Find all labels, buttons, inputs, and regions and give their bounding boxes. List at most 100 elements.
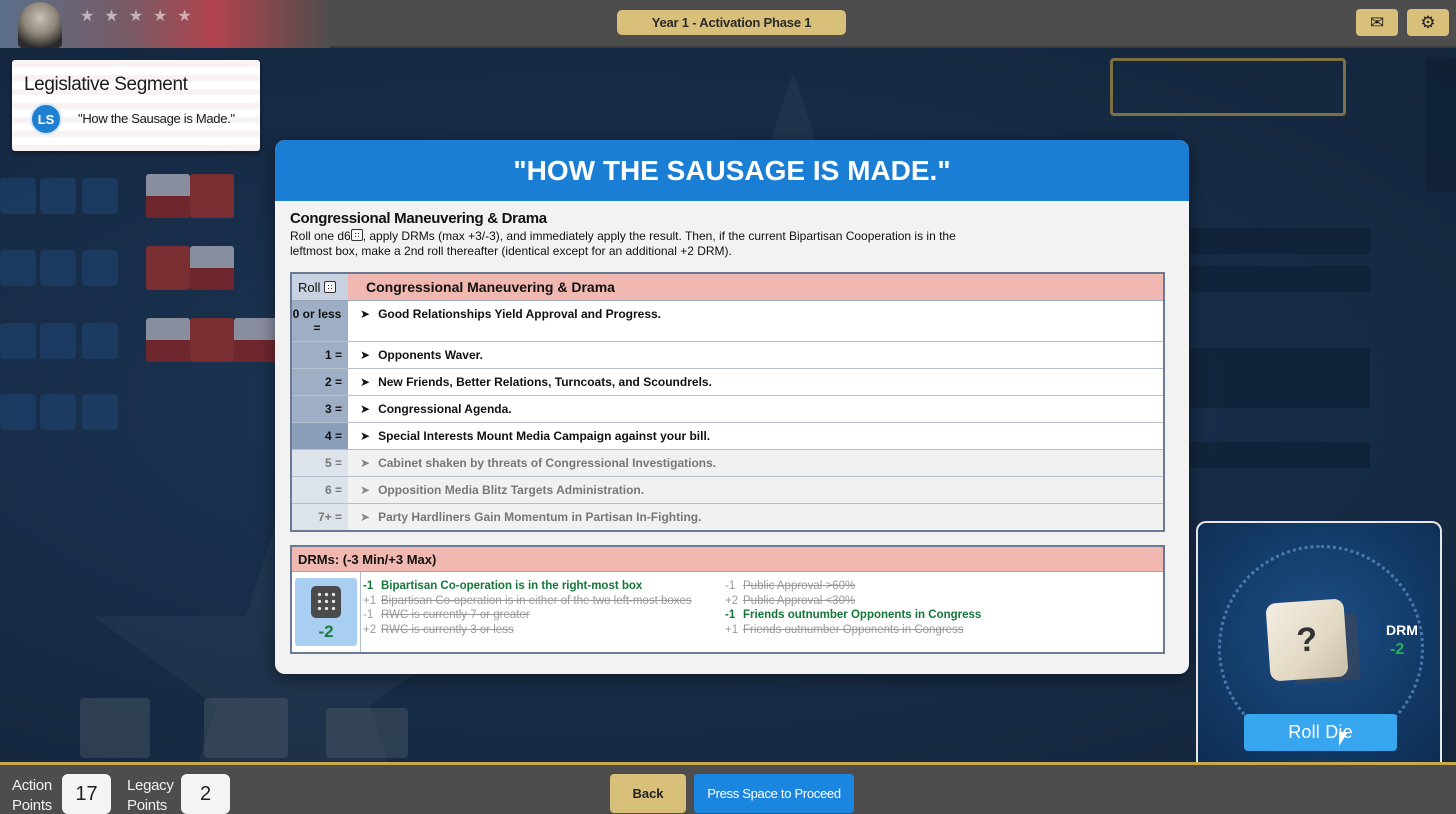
modal-title: "HOW THE SAUSAGE IS MADE." [275,140,1189,201]
result-label: Congressional Agenda. [378,402,512,416]
roll-value: 2 = [292,369,348,395]
drm-mod-text: Public Approval <30% [743,594,856,607]
chevron-right-icon: ➤ [360,510,371,524]
roll-value: 7+ = [292,504,348,530]
rule-text: Roll one d6, apply DRMs (max +3/-3), and… [290,229,990,259]
table-title: Congressional Maneuvering & Drama [348,274,1163,300]
result-text: ➤ Party Hardliners Gain Momentum in Parti… [348,504,1163,530]
action-points-value: 17 [62,774,111,814]
table-row: 4 = ➤ Special Interests Mount Media Campa… [292,423,1163,450]
drm-modifier: -1 RWC is currently 7 or greater [363,608,692,623]
drm-modifier: -1 Public Approval >60% [725,579,981,594]
settings-button[interactable]: ⚙ [1407,9,1449,36]
table-row: 2 = ➤ New Friends, Better Relations, Turn… [292,369,1163,396]
drm-table: DRMs: (-3 Min/+3 Max) -2 -1 Bipartisan Co… [290,545,1165,654]
drm-mod-value: -1 [725,580,736,592]
result-label: Opponents Waver. [378,348,483,362]
drm-list-right: -1 Public Approval >60% +2 Public Approval… [725,579,981,637]
result-text: ➤ Good Relationships Yield Approval and P… [348,301,1163,341]
drm-mod-value: -1 [363,580,374,592]
drm-modifier: +1 Friends outnumber Opponents in Congres… [725,623,981,638]
drm-total: -2 [318,622,334,641]
table-row: 7+ = ➤ Party Hardliners Gain Momentum in … [292,504,1163,530]
roll-value: 1 = [292,342,348,368]
mail-button[interactable]: ✉ [1356,9,1398,36]
drm-mod-text: Bipartisan Co-operation is in the right-… [381,580,643,592]
action-points-label: Action Points [12,776,52,814]
gear-icon: ⚙ [1420,12,1436,33]
drm-modifier: -1 Bipartisan Co-operation is in the righ… [363,579,692,594]
d6-icon [350,229,363,241]
result-text: ➤ Opposition Media Blitz Targets Administ… [348,477,1163,503]
table-row: 0 or less = ➤ Good Relationships Yield Ap… [292,301,1163,342]
result-text: ➤ Cabinet shaken by threats of Congressio… [348,450,1163,476]
roll-header-label: Roll [298,279,321,295]
roll-column-header: Roll [292,274,348,300]
drm-header: DRMs: (-3 Min/+3 Max) [292,547,1163,572]
envelope-icon: ✉ [1369,12,1385,33]
roll-die-button[interactable]: Roll Die [1244,714,1397,751]
segment-card: Legislative Segment LS "How the Sausage … [12,60,260,151]
drm-mod-value: +1 [363,594,377,607]
table-row: 3 = ➤ Congressional Agenda. [292,396,1163,423]
segment-title: Legislative Segment [24,74,188,95]
drm-mod-value: -1 [363,609,374,621]
chevron-right-icon: ➤ [360,429,371,443]
segment-subtitle: "How the Sausage is Made." [78,111,235,126]
result-label: New Friends, Better Relations, Turncoats… [378,375,712,389]
flag-stars-decoration: ★★★★★ [80,6,202,25]
drm-total-box: -2 [295,578,357,646]
die-icon [311,586,341,618]
chevron-right-icon: ➤ [360,402,371,416]
roll-value: 0 or less = [292,301,348,341]
drm-mod-text: Friends outnumber Opponents in Congress [743,609,982,621]
drm-list-left: -1 Bipartisan Co-operation is in the righ… [363,579,692,637]
drm-value: -2 [1390,641,1405,658]
result-label: Opposition Media Blitz Targets Administr… [378,483,645,497]
drm-mod-text: Bipartisan Co-operation is in either of … [381,594,692,607]
roll-result-table: Roll Congressional Maneuvering & Drama 0… [290,272,1165,532]
die-cube: ? [1265,598,1349,682]
drm-mod-text: Friends outnumber Opponents in Congress [743,623,964,636]
legacy-label-line: Points [127,797,167,814]
segment-badge: LS [30,103,62,135]
roll-value: 6 = [292,477,348,503]
table-row: 1 = ➤ Opponents Waver. [292,342,1163,369]
chevron-right-icon: ➤ [360,375,371,389]
result-label: Party Hardliners Gain Momentum in Partis… [378,510,702,524]
roll-value: 3 = [292,396,348,422]
drm-modifier: +2 RWC is currently 3 or less [363,623,692,638]
result-text: ➤ Congressional Agenda. [348,396,1163,422]
legacy-label-line: Legacy [127,777,174,794]
drm-modifier: +1 Bipartisan Co-operation is in either o… [363,594,692,609]
rule-text-part-2: , apply DRMs (max +3/-3), and immediatel… [290,229,956,258]
rule-title: Congressional Maneuvering & Drama [290,210,547,227]
bottom-bar: Action Points 17 Legacy Points 2 Back Pr… [0,762,1456,814]
action-label-line: Action [12,777,52,794]
drm-mod-text: RWC is currently 3 or less [381,623,514,636]
roll-value: 5 = [292,450,348,476]
drm-modifier: -1 Friends outnumber Opponents in Congres… [725,608,981,623]
portrait-face [18,2,62,48]
drm-mod-text: Public Approval >60% [743,580,856,592]
result-text: ➤ Special Interests Mount Media Campaign … [348,423,1163,449]
drm-mod-value: +2 [725,594,739,607]
result-text: ➤ Opponents Waver. [348,342,1163,368]
chevron-right-icon: ➤ [360,348,371,362]
divider [360,572,361,652]
back-button[interactable]: Back [610,774,686,813]
chevron-right-icon: ➤ [360,456,371,470]
legacy-points-label: Legacy Points [127,776,174,814]
chevron-right-icon: ➤ [360,307,371,321]
drm-mod-text: RWC is currently 7 or greater [381,609,530,621]
legacy-points-value: 2 [181,774,230,814]
president-portrait: ★★★★★ [0,0,330,48]
result-label: Cabinet shaken by threats of Congression… [378,456,717,470]
drm-label: DRM [1386,622,1418,638]
proceed-button[interactable]: Press Space to Proceed [694,774,854,813]
roll-table-header: Roll Congressional Maneuvering & Drama [292,274,1163,301]
drm-mod-value: -1 [725,609,736,621]
result-label: Special Interests Mount Media Campaign a… [378,429,711,443]
event-modal: "HOW THE SAUSAGE IS MADE." Congressional… [275,140,1189,674]
table-row: 6 = ➤ Opposition Media Blitz Targets Admi… [292,477,1163,504]
